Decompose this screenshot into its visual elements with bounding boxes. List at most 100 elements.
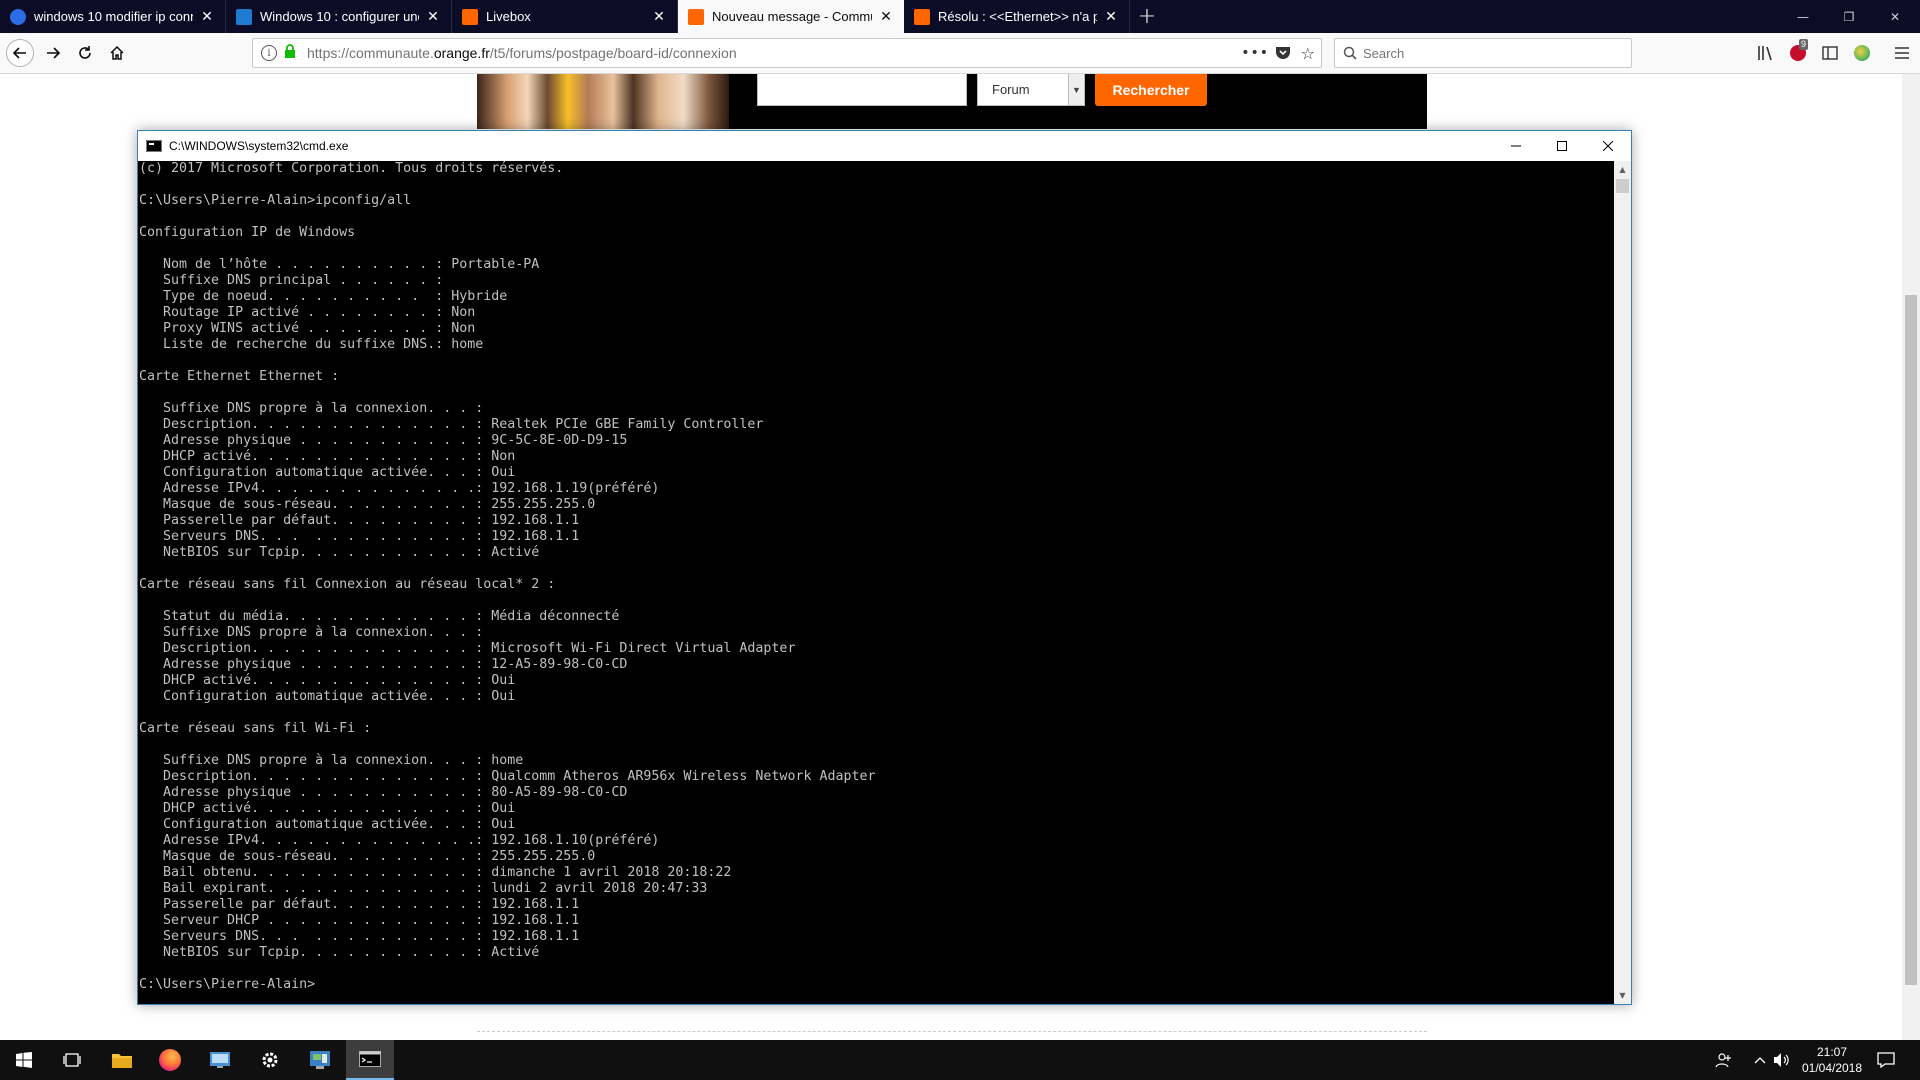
orange-favicon-icon [688, 8, 704, 25]
url-bar[interactable]: i https://communaute.orange.fr/t5/forums… [252, 38, 1322, 68]
volume-icon[interactable] [1772, 1050, 1792, 1070]
cmd-line: Configuration automatique activée. . . :… [139, 817, 516, 832]
bookmark-star-icon[interactable]: ☆ [1301, 44, 1315, 63]
browser-tab-5[interactable]: Résolu : <<Ethernet>> n'a pas ✕ [904, 0, 1130, 33]
browser-restore-button[interactable]: ❐ [1826, 0, 1872, 33]
cmd-line: Suffixe DNS propre à la connexion. . . : [139, 401, 484, 416]
orange-favicon-icon [914, 8, 930, 25]
cmd-line [139, 561, 876, 577]
tray-chevron-up-icon[interactable] [1750, 1050, 1770, 1070]
tab-close-icon[interactable]: ✕ [199, 9, 215, 25]
pocket-icon[interactable] [1275, 46, 1291, 64]
back-button[interactable] [5, 39, 35, 67]
forum-search-input[interactable] [757, 74, 967, 106]
tab-close-icon[interactable]: ✕ [425, 9, 441, 25]
home-button[interactable] [102, 39, 132, 67]
forum-scope-select[interactable]: Forum ▼ [977, 74, 1085, 106]
adblock-addon-icon[interactable]: 9 [1788, 39, 1809, 63]
taskbar-control-panel[interactable] [296, 1040, 344, 1080]
browser-tab-2[interactable]: Windows 10 : configurer une a ✕ [226, 0, 452, 33]
forum-scope-value: Forum [992, 82, 1030, 97]
forward-button[interactable] [38, 39, 68, 67]
back-arrow-icon [6, 39, 34, 67]
taskbar-network-app[interactable] [196, 1040, 244, 1080]
cmd-line: Passerelle par défaut. . . . . . . . . :… [139, 513, 580, 528]
tab-close-icon[interactable]: ✕ [878, 9, 894, 25]
cmd-scrollbar[interactable]: ▲ ▼ [1614, 161, 1631, 1004]
cmd-close-button[interactable] [1585, 131, 1631, 161]
cmd-line [139, 737, 876, 753]
extension-globe-icon[interactable] [1852, 43, 1872, 63]
menu-hamburger-icon[interactable] [1892, 43, 1912, 63]
browser-tab-1[interactable]: windows 10 modifier ip conne ✕ [0, 0, 226, 33]
cmd-line: Bail expirant. . . . . . . . . . . . . :… [139, 881, 708, 896]
maximize-icon [1557, 141, 1567, 151]
browser-tab-3[interactable]: Livebox ✕ [452, 0, 678, 33]
library-icon[interactable] [1756, 43, 1776, 63]
tab-title: Livebox [486, 9, 531, 24]
rechercher-button[interactable]: Rechercher [1095, 74, 1207, 106]
tab-title: Nouveau message - Commun [712, 9, 872, 24]
site-info-icon[interactable]: i [261, 45, 277, 61]
clock-date: 01/04/2018 [1801, 1061, 1863, 1075]
folder-icon [112, 1054, 132, 1068]
scroll-down-arrow-icon[interactable]: ▼ [1614, 987, 1631, 1004]
taskbar-cmd-active[interactable] [346, 1040, 394, 1080]
cmd-line: Adresse physique . . . . . . . . . . . :… [139, 657, 628, 672]
reload-button[interactable] [70, 39, 100, 67]
cmd-minimize-button[interactable] [1493, 131, 1539, 161]
cmd-line: Configuration IP de Windows [139, 225, 356, 240]
page-scrollbar-thumb[interactable] [1905, 295, 1917, 985]
cmd-window-title: C:\WINDOWS\system32\cmd.exe [169, 139, 349, 153]
cmd-line: (c) 2017 Microsoft Corporation. Tous dro… [139, 161, 564, 176]
cmd-maximize-button[interactable] [1539, 131, 1585, 161]
url-text: https://communaute.orange.fr/t5/forums/p… [307, 45, 737, 61]
windows-logo-icon [16, 1052, 32, 1068]
people-icon[interactable] [1714, 1050, 1734, 1070]
browser-tab-4-active[interactable]: Nouveau message - Commun ✕ [678, 0, 904, 33]
taskbar-file-explorer[interactable] [98, 1040, 146, 1080]
cmd-line: Adresse physique . . . . . . . . . . . :… [139, 433, 628, 448]
addon-badge: 9 [1799, 39, 1809, 50]
orange-favicon-icon [462, 8, 478, 25]
cmd-titlebar[interactable]: C:\WINDOWS\system32\cmd.exe [138, 131, 1631, 161]
taskbar-settings[interactable] [246, 1040, 294, 1080]
task-view-button[interactable] [48, 1040, 96, 1080]
cmd-line: Passerelle par défaut. . . . . . . . . :… [139, 897, 580, 912]
browser-close-button[interactable]: ✕ [1872, 0, 1918, 33]
tab-close-icon[interactable]: ✕ [651, 9, 667, 25]
task-view-icon [63, 1053, 81, 1067]
page-actions-icon[interactable]: ••• [1241, 45, 1269, 61]
cmd-line: Serveur DHCP . . . . . . . . . . . . . :… [139, 913, 580, 928]
cmd-line: Suffixe DNS propre à la connexion. . . : [139, 625, 484, 640]
tab-title: Windows 10 : configurer une a [260, 9, 419, 24]
forward-arrow-icon [47, 47, 61, 59]
cmd-line: Serveurs DNS. . . . . . . . . . . . . : … [139, 929, 580, 944]
search-bar[interactable] [1334, 38, 1632, 68]
url-path: /t5/forums/postpage/board-id/connexion [489, 45, 737, 61]
cmd-scrollbar-thumb[interactable] [1616, 179, 1629, 193]
cmd-line: Masque de sous-réseau. . . . . . . . . :… [139, 497, 596, 512]
sidebar-icon[interactable] [1820, 43, 1840, 63]
cmd-line: Routage IP activé . . . . . . . . : Non [139, 305, 476, 320]
close-icon [1603, 141, 1613, 151]
cmd-line: Carte réseau sans fil Wi-Fi : [139, 721, 372, 736]
new-tab-button[interactable]: + [1130, 0, 1164, 33]
chevron-down-icon: ▼ [1068, 74, 1084, 105]
scroll-up-arrow-icon[interactable]: ▲ [1614, 161, 1631, 178]
taskbar-firefox[interactable] [146, 1040, 194, 1080]
cmd-console[interactable]: (c) 2017 Microsoft Corporation. Tous dro… [138, 161, 1614, 1004]
clock-time: 21:07 [1816, 1045, 1848, 1059]
taskbar-clock[interactable]: 21:07 01/04/2018 [1792, 1044, 1872, 1076]
start-button[interactable] [0, 1040, 48, 1080]
cmd-line [139, 593, 876, 609]
page-banner: Forum ▼ Rechercher [477, 74, 1427, 129]
minimize-icon [1511, 145, 1521, 147]
search-input[interactable] [1363, 45, 1613, 61]
browser-minimize-button[interactable]: — [1780, 0, 1826, 33]
cmd-line: NetBIOS sur Tcpip. . . . . . . . . . . :… [139, 945, 540, 960]
action-center-icon[interactable] [1876, 1050, 1896, 1070]
terminal-icon [359, 1051, 381, 1067]
tab-close-icon[interactable]: ✕ [1103, 9, 1119, 25]
tab-bar: windows 10 modifier ip conne ✕ Windows 1… [0, 0, 1920, 33]
